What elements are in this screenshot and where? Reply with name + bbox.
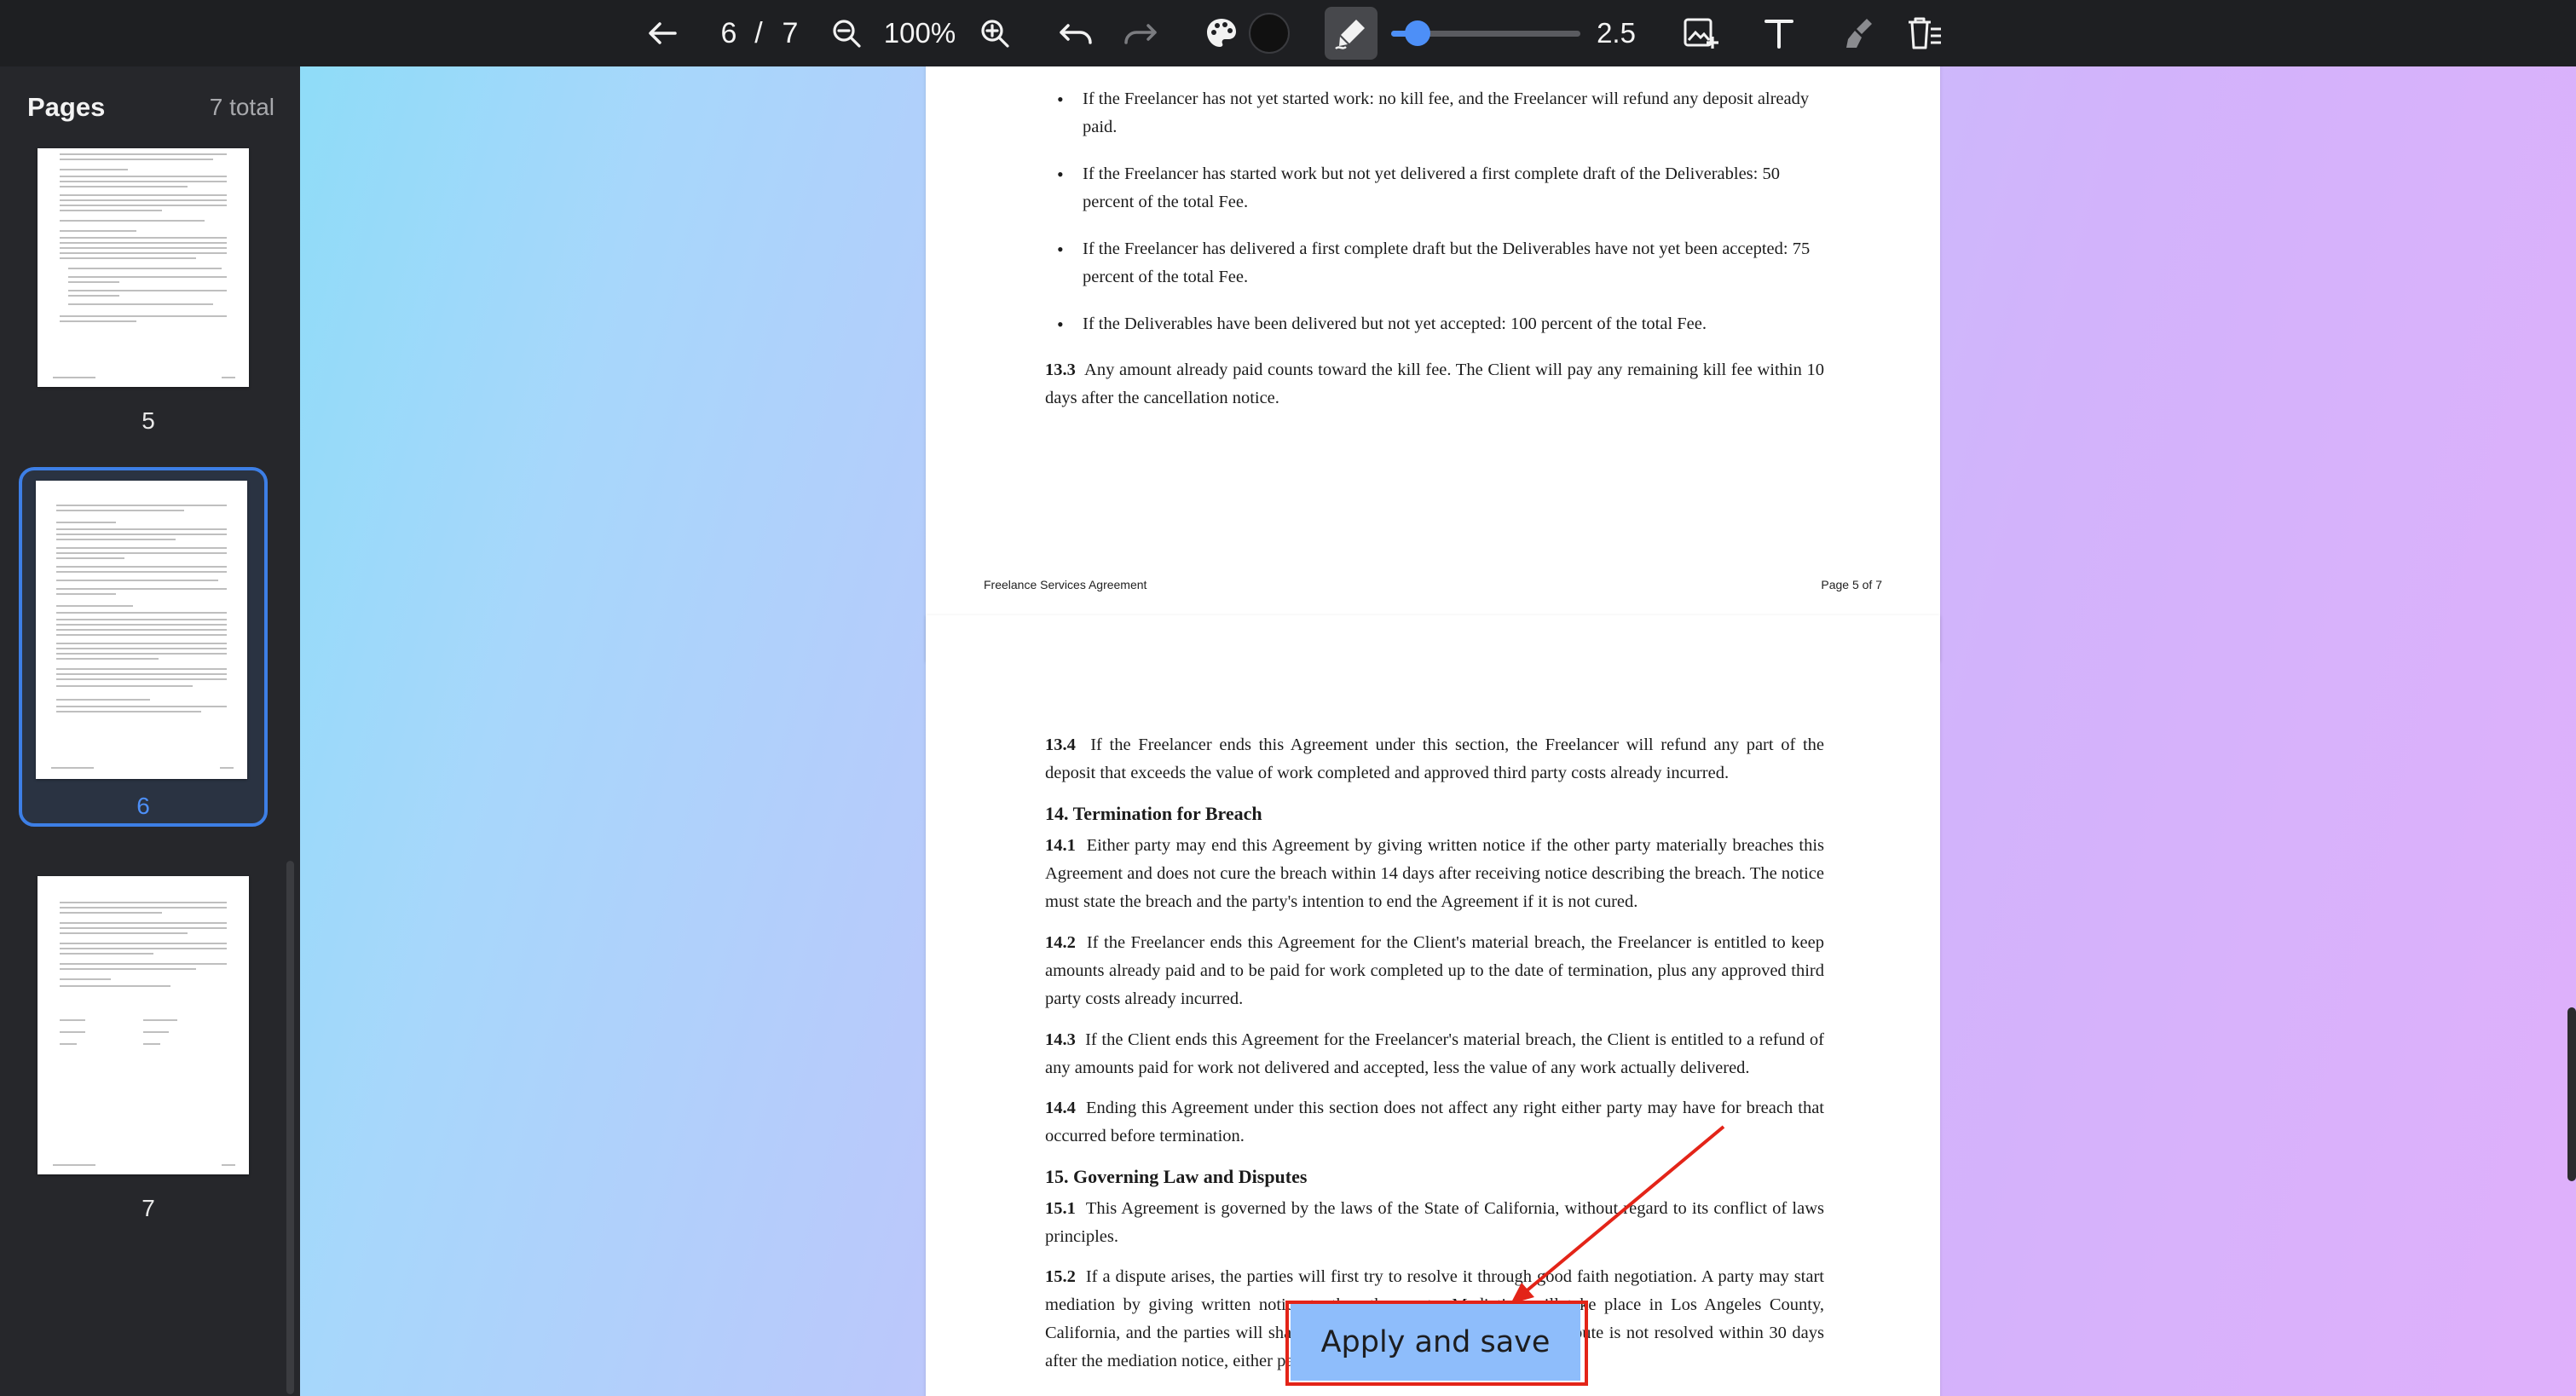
apply-and-save-button[interactable]: Apply and save: [1291, 1304, 1580, 1381]
annotation-arrow: [1510, 1125, 1725, 1304]
